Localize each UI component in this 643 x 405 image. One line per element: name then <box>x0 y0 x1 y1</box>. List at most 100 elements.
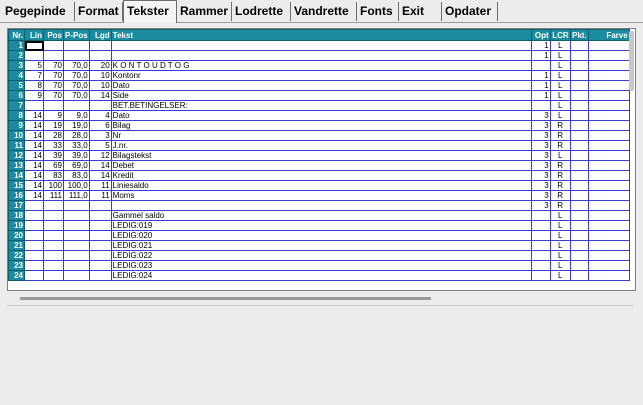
cell-lgd[interactable]: 6 <box>88 120 112 131</box>
cell-tekst[interactable] <box>110 200 532 211</box>
cell-ppos[interactable] <box>63 200 90 211</box>
cell-lin[interactable]: 14 <box>24 170 44 181</box>
cell-ppos[interactable]: 28,0 <box>63 130 90 141</box>
cell-lcr[interactable]: R <box>549 160 571 171</box>
cell-lcr[interactable]: R <box>549 190 571 201</box>
table-row[interactable]: 22 LEDIG:022 L <box>8 250 630 261</box>
cell-pkt[interactable] <box>569 90 589 101</box>
table-row[interactable]: 17 3 R <box>8 200 630 211</box>
cell-opt[interactable] <box>530 230 551 241</box>
cell-ppos[interactable]: 69,0 <box>63 160 90 171</box>
cell-opt[interactable]: 3 <box>530 130 551 141</box>
cell-ppos[interactable]: 39,0 <box>63 150 90 161</box>
cell-pos[interactable]: 9 <box>43 110 64 121</box>
table-row[interactable]: 20 LEDIG:020 L <box>8 230 630 241</box>
cell-pkt[interactable] <box>569 160 589 171</box>
cell-ppos[interactable]: 83,0 <box>63 170 90 181</box>
cell-pos[interactable]: 70 <box>43 80 64 91</box>
cell-tekst[interactable]: Dato <box>110 110 532 121</box>
cell-ppos[interactable] <box>63 230 90 241</box>
cell-farve[interactable] <box>587 170 630 181</box>
cell-pkt[interactable] <box>569 140 589 151</box>
cell-opt[interactable]: 1 <box>530 90 551 101</box>
cell-lcr[interactable]: L <box>549 70 571 81</box>
cell-farve[interactable] <box>587 60 630 71</box>
cell-lgd[interactable] <box>88 230 112 241</box>
cell-lcr[interactable]: L <box>549 60 571 71</box>
cell-pkt[interactable] <box>569 40 589 51</box>
cell-lin[interactable] <box>24 230 44 241</box>
cell-pkt[interactable] <box>569 200 589 211</box>
cell-farve[interactable] <box>587 50 630 61</box>
cell-pos[interactable] <box>43 210 64 221</box>
col-header-lcr[interactable]: LCR <box>549 29 571 41</box>
cell-lcr[interactable]: L <box>549 220 571 231</box>
cell-tekst[interactable]: Kontonr <box>110 70 532 81</box>
cell-opt[interactable]: 3 <box>530 190 551 201</box>
tab-vandrette[interactable]: Vandrette <box>291 2 357 21</box>
table-row[interactable]: 3 5 70 70,0 20 K O N T O U D T O G L <box>8 60 630 71</box>
cell-lcr[interactable]: R <box>549 170 571 181</box>
cell-lcr[interactable]: R <box>549 180 571 191</box>
cell-pos[interactable] <box>43 40 64 51</box>
cell-farve[interactable] <box>587 160 630 171</box>
cell-ppos[interactable] <box>63 250 90 261</box>
col-header-nr[interactable]: Nr. <box>8 29 25 41</box>
cell-opt[interactable] <box>530 250 551 261</box>
cell-ppos[interactable]: 70,0 <box>63 60 90 71</box>
cell-lgd[interactable]: 10 <box>88 70 112 81</box>
cell-tekst[interactable]: BET.BETINGELSER: <box>110 100 532 111</box>
col-header-farve[interactable]: Farve <box>587 29 630 41</box>
cell-opt[interactable]: 3 <box>530 110 551 121</box>
cell-tekst[interactable]: LEDIG:021 <box>110 240 532 251</box>
cell-opt[interactable]: 3 <box>530 170 551 181</box>
cell-opt[interactable]: 1 <box>530 40 551 51</box>
cell-lin[interactable]: 14 <box>24 110 44 121</box>
cell-farve[interactable] <box>587 130 630 141</box>
cell-lin[interactable]: 14 <box>24 180 44 191</box>
table-row[interactable]: 12 14 39 39,0 12 Bilagstekst 3 L <box>8 150 630 161</box>
table-row[interactable]: 16 14 111 111,0 11 Moms 3 R <box>8 190 630 201</box>
cell-pos[interactable]: 70 <box>43 60 64 71</box>
cell-lgd[interactable]: 3 <box>88 130 112 141</box>
cell-lcr[interactable]: L <box>549 50 571 61</box>
cell-opt[interactable] <box>530 240 551 251</box>
cell-pkt[interactable] <box>569 240 589 251</box>
cell-tekst[interactable]: LEDIG:023 <box>110 260 532 271</box>
table-row[interactable]: 5 8 70 70,0 10 Dato 1 L <box>8 80 630 91</box>
tab-tekster[interactable]: Tekster <box>123 0 177 23</box>
table-row[interactable]: 7 BET.BETINGELSER: L <box>8 100 630 111</box>
table-row[interactable]: 6 9 70 70,0 14 Side 1 L <box>8 90 630 101</box>
table-row[interactable]: 23 LEDIG:023 L <box>8 260 630 271</box>
cell-ppos[interactable] <box>63 100 90 111</box>
cell-pos[interactable] <box>43 260 64 271</box>
cell-farve[interactable] <box>587 40 630 51</box>
cell-lgd[interactable] <box>88 270 112 281</box>
cell-lcr[interactable]: L <box>549 90 571 101</box>
tab-format[interactable]: Format <box>75 2 123 21</box>
cell-opt[interactable]: 3 <box>530 180 551 191</box>
cell-farve[interactable] <box>587 260 630 271</box>
cell-lgd[interactable]: 10 <box>88 80 112 91</box>
cell-pos[interactable]: 69 <box>43 160 64 171</box>
cell-opt[interactable]: 3 <box>530 200 551 211</box>
cell-pkt[interactable] <box>569 60 589 71</box>
cell-lgd[interactable] <box>88 210 112 221</box>
col-header-lin[interactable]: Lin <box>24 29 44 41</box>
cell-lcr[interactable]: L <box>549 270 571 281</box>
cell-tekst[interactable]: LEDIG:019 <box>110 220 532 231</box>
cell-lin[interactable] <box>24 260 44 271</box>
cell-opt[interactable] <box>530 270 551 281</box>
cell-ppos[interactable]: 9,0 <box>63 110 90 121</box>
tab-exit[interactable]: Exit <box>399 2 442 21</box>
cell-lin[interactable] <box>24 50 44 61</box>
table-row[interactable]: 21 LEDIG:021 L <box>8 240 630 251</box>
cell-lgd[interactable]: 11 <box>88 190 112 201</box>
cell-opt[interactable]: 3 <box>530 150 551 161</box>
cell-lgd[interactable]: 5 <box>88 140 112 151</box>
cell-lin[interactable] <box>24 40 44 51</box>
cell-tekst[interactable]: Bilagstekst <box>110 150 532 161</box>
cell-pos[interactable]: 19 <box>43 120 64 131</box>
cell-lgd[interactable]: 11 <box>88 180 112 191</box>
cell-pkt[interactable] <box>569 130 589 141</box>
